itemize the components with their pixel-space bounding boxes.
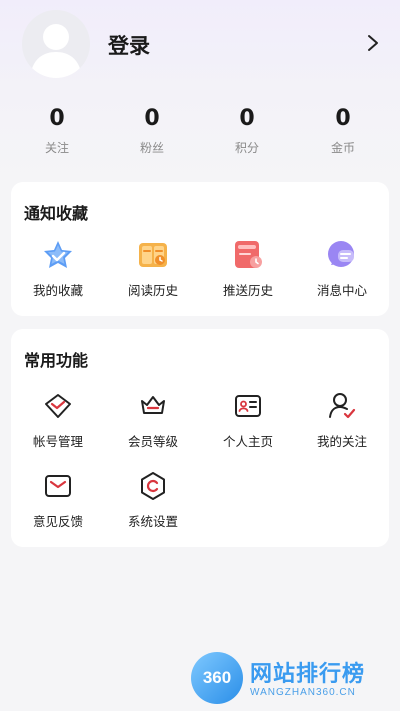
book-icon: [139, 243, 167, 267]
push-history-label: 推送历史: [222, 283, 273, 298]
favorites-button[interactable]: 我的收藏: [11, 238, 105, 299]
member-level-button[interactable]: 会员等级: [106, 389, 200, 450]
system-settings-label: 系统设置: [127, 514, 178, 529]
account-management-button[interactable]: 帐号管理: [11, 389, 105, 450]
system-settings-button[interactable]: 系统设置: [106, 469, 200, 530]
stat-coins-count: 0: [335, 106, 351, 131]
message-center-label: 消息中心: [316, 283, 367, 298]
my-following-label: 我的关注: [316, 434, 367, 449]
my-following-button[interactable]: 我的关注: [295, 389, 389, 450]
push-history-icon: [235, 241, 262, 268]
message-icon: [328, 241, 354, 267]
personal-homepage-label: 个人主页: [222, 434, 273, 449]
stat-fans-count: 0: [144, 106, 160, 131]
watermark: 360 网站排行榜 WANGZHAN360.CN: [188, 646, 400, 708]
watermark-title: 网站排行榜: [250, 662, 366, 687]
avatar[interactable]: [22, 10, 90, 78]
stat-following[interactable]: 0 关注: [17, 105, 97, 156]
watermark-subtitle: WANGZHAN360.CN: [250, 687, 356, 698]
stat-coins-label: 金币: [330, 141, 355, 155]
personal-homepage-button[interactable]: 个人主页: [201, 389, 295, 450]
watermark-logo: 360: [191, 652, 243, 704]
reading-history-button[interactable]: 阅读历史: [106, 238, 200, 299]
common-functions-card: 常用功能 帐号管理 会员等级 个人主页 我的关注 意见反馈 系统设置: [11, 329, 389, 547]
login-link[interactable]: 登录: [108, 30, 150, 60]
reading-history-label: 阅读历史: [127, 283, 178, 298]
stat-following-label: 关注: [44, 141, 69, 155]
favorites-label: 我的收藏: [32, 283, 83, 298]
stat-coins[interactable]: 0 金币: [303, 105, 383, 156]
stat-points[interactable]: 0 积分: [207, 105, 287, 156]
message-center-button[interactable]: 消息中心: [295, 238, 389, 299]
avatar-placeholder-icon: [30, 24, 82, 78]
stat-points-label: 积分: [234, 141, 259, 155]
id-card-icon: [235, 395, 261, 417]
star-icon: [44, 241, 72, 268]
feedback-label: 意见反馈: [32, 514, 83, 529]
push-history-button[interactable]: 推送历史: [201, 238, 295, 299]
chevron-right-icon[interactable]: [366, 34, 380, 52]
stat-points-count: 0: [239, 106, 255, 131]
account-icon: [45, 394, 71, 418]
member-level-label: 会员等级: [127, 434, 178, 449]
stat-fans[interactable]: 0 粉丝: [112, 105, 192, 156]
stats-row: 0 关注 0 粉丝 0 积分 0 金币: [0, 105, 400, 163]
notify-card: 通知收藏 我的收藏 阅读历史 推送历史 消息中心: [11, 182, 389, 316]
stat-fans-label: 粉丝: [139, 141, 164, 155]
notify-section-title: 通知收藏: [24, 204, 89, 223]
feedback-button[interactable]: 意见反馈: [11, 469, 105, 530]
account-management-label: 帐号管理: [32, 434, 83, 449]
crown-icon: [141, 396, 165, 414]
user-follow-icon: [329, 393, 356, 419]
stat-following-count: 0: [49, 106, 65, 131]
profile-header[interactable]: 登录: [0, 0, 400, 95]
mail-icon: [45, 475, 71, 497]
settings-icon: [141, 472, 165, 500]
common-section-title: 常用功能: [24, 351, 89, 370]
